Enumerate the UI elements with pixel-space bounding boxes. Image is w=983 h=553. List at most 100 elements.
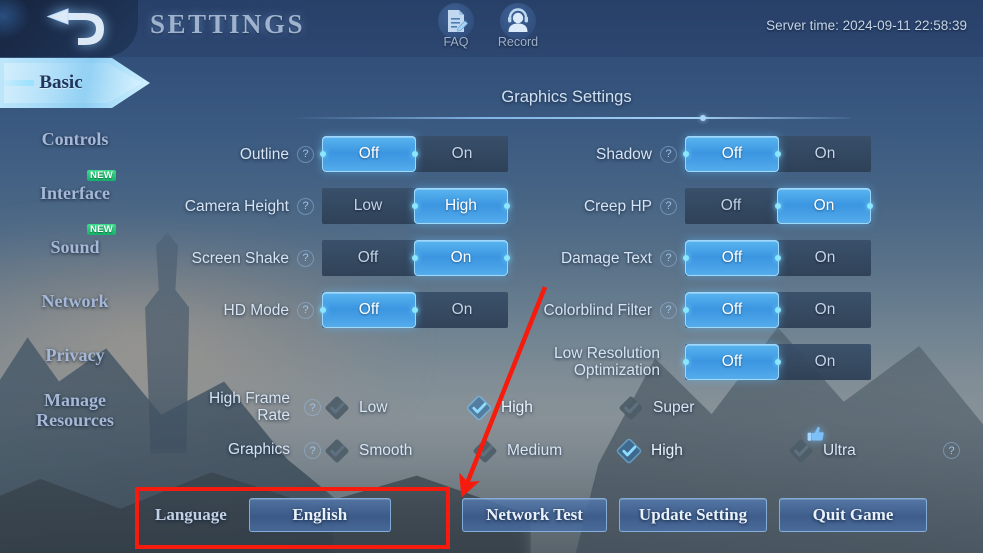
toggle-option-off[interactable]: Off: [683, 292, 781, 328]
toggle-option-on[interactable]: On: [779, 292, 871, 328]
sidebar-item-label: Network: [41, 291, 109, 311]
radio-label: Medium: [507, 442, 563, 459]
sidebar-item-privacy[interactable]: Privacy: [0, 328, 150, 382]
sidebar-item-label: Manage Resources: [36, 390, 114, 430]
update-setting-button[interactable]: Update Setting: [619, 498, 767, 532]
row-label: Low Resolution Optimization: [554, 345, 660, 379]
checkbox-unselected-icon: [472, 438, 498, 464]
sidebar-item-network[interactable]: Network: [0, 274, 150, 328]
setting-row-high-frame-rate: High Frame Rate ? Low High Super: [190, 388, 970, 428]
toggle-option-on[interactable]: On: [779, 344, 871, 380]
radio-graphics-high[interactable]: High: [616, 431, 683, 471]
help-icon[interactable]: ?: [304, 399, 321, 416]
sidebar-item-controls[interactable]: Controls: [0, 112, 150, 166]
page-title: SETTINGS: [150, 9, 306, 39]
row-label: HD Mode: [223, 301, 289, 319]
toggle-screen-shake[interactable]: Off On: [322, 240, 510, 276]
radio-graphics-medium[interactable]: Medium: [472, 431, 562, 471]
toggle-option-off[interactable]: Off: [685, 188, 777, 224]
quit-game-button[interactable]: Quit Game: [779, 498, 927, 532]
toggle-creep-hp[interactable]: Off On: [685, 188, 873, 224]
faq-button[interactable]: FAQ: [432, 3, 480, 49]
help-icon[interactable]: ?: [297, 249, 314, 267]
help-icon[interactable]: ?: [297, 197, 314, 215]
setting-row-graphics: Graphics ? Smooth Medium High Ultra ?: [190, 426, 970, 471]
toggle-option-on[interactable]: On: [779, 136, 871, 172]
row-label: Creep HP: [583, 197, 652, 215]
sidebar-nav: Controls Interface NEW Sound NEW Network…: [0, 112, 150, 438]
toggle-option-off[interactable]: Off: [683, 136, 781, 172]
radio-label: Smooth: [359, 442, 413, 459]
toggle-shadow[interactable]: Off On: [683, 136, 871, 172]
bottom-buttons-group: Network Test Update Setting Quit Game: [462, 498, 927, 532]
annotation-highlight-box: [135, 487, 450, 549]
record-button[interactable]: Record: [494, 3, 542, 49]
section-title: Graphics Settings: [501, 88, 632, 106]
toggle-option-low[interactable]: Low: [322, 188, 414, 224]
radio-graphics-ultra[interactable]: Ultra: [788, 426, 856, 471]
radio-label: Super: [653, 399, 695, 416]
sidebar-item-label: Interface: [40, 183, 110, 203]
row-label: Graphics: [227, 441, 290, 458]
toggle-colorblind-filter[interactable]: Off On: [683, 292, 871, 328]
help-icon[interactable]: ?: [660, 145, 677, 163]
section-divider-dot: [700, 115, 706, 121]
row-label: High Frame Rate: [209, 390, 290, 424]
radio-label: High: [501, 399, 533, 416]
toggle-camera-height[interactable]: Low High: [322, 188, 510, 224]
checkbox-unselected-icon: [324, 438, 350, 464]
setting-row-outline: Outline ? Off On: [165, 136, 508, 172]
faq-document-icon: [438, 3, 474, 39]
new-badge: NEW: [87, 224, 117, 235]
server-time-text: Server time: 2024-09-11 22:58:39: [766, 18, 967, 33]
faq-label: FAQ: [443, 35, 469, 49]
toggle-outline[interactable]: Off On: [320, 136, 508, 172]
top-header-bar: SETTINGS FAQ Record Server time: 2024-09…: [0, 0, 983, 57]
network-test-button[interactable]: Network Test: [462, 498, 607, 532]
toggle-option-off[interactable]: Off: [320, 292, 418, 328]
radio-high-frame-rate-high[interactable]: High: [466, 388, 533, 428]
row-label: Camera Height: [184, 197, 289, 215]
toggle-option-on[interactable]: On: [416, 136, 508, 172]
checkbox-unselected-icon: [618, 395, 644, 421]
help-icon[interactable]: ?: [660, 249, 677, 267]
help-icon[interactable]: ?: [297, 145, 314, 163]
radio-graphics-smooth[interactable]: Smooth: [324, 431, 412, 471]
toggle-option-off[interactable]: Off: [322, 240, 414, 276]
toggle-option-off[interactable]: Off: [683, 240, 781, 276]
toggle-option-on[interactable]: On: [779, 240, 871, 276]
toggle-option-on[interactable]: On: [775, 188, 873, 224]
thumbs-up-icon: [806, 424, 826, 444]
corner-glow: [0, 0, 30, 40]
help-icon[interactable]: ?: [660, 301, 677, 319]
back-arrow-icon[interactable]: [38, 7, 108, 49]
sidebar-item-manage-resources[interactable]: Manage Resources: [0, 382, 150, 438]
sidebar-item-sound[interactable]: Sound NEW: [0, 220, 150, 274]
sidebar-item-label: Basic: [39, 72, 83, 93]
sidebar-item-label: Privacy: [45, 345, 105, 365]
help-icon[interactable]: ?: [304, 442, 321, 459]
row-label: Screen Shake: [191, 249, 289, 267]
sidebar-item-interface[interactable]: Interface NEW: [0, 166, 150, 220]
setting-row-hd-mode: HD Mode ? Off On: [165, 292, 508, 328]
toggle-option-on[interactable]: On: [416, 292, 508, 328]
row-label: Shadow: [595, 145, 652, 163]
sidebar-item-label: Sound: [50, 237, 100, 257]
toggle-damage-text[interactable]: Off On: [683, 240, 871, 276]
help-icon[interactable]: ?: [660, 197, 677, 215]
settings-screen: SETTINGS FAQ Record Server time: 2024-09…: [0, 0, 983, 553]
toggle-low-resolution-optimization[interactable]: Off On: [683, 344, 871, 380]
toggle-option-off[interactable]: Off: [683, 344, 781, 380]
radio-high-frame-rate-super[interactable]: Super: [618, 388, 694, 428]
help-icon[interactable]: ?: [943, 442, 960, 459]
help-icon[interactable]: ?: [297, 301, 314, 319]
toggle-option-high[interactable]: High: [412, 188, 510, 224]
setting-row-damage-text: Damage Text ? Off On: [528, 240, 871, 276]
sidebar-item-basic[interactable]: Basic: [0, 58, 150, 108]
toggle-option-on[interactable]: On: [412, 240, 510, 276]
toggle-option-off[interactable]: Off: [320, 136, 418, 172]
checkbox-selected-icon: [616, 438, 642, 464]
radio-high-frame-rate-low[interactable]: Low: [324, 388, 387, 428]
toggle-hd-mode[interactable]: Off On: [320, 292, 508, 328]
section-divider: [290, 117, 850, 119]
